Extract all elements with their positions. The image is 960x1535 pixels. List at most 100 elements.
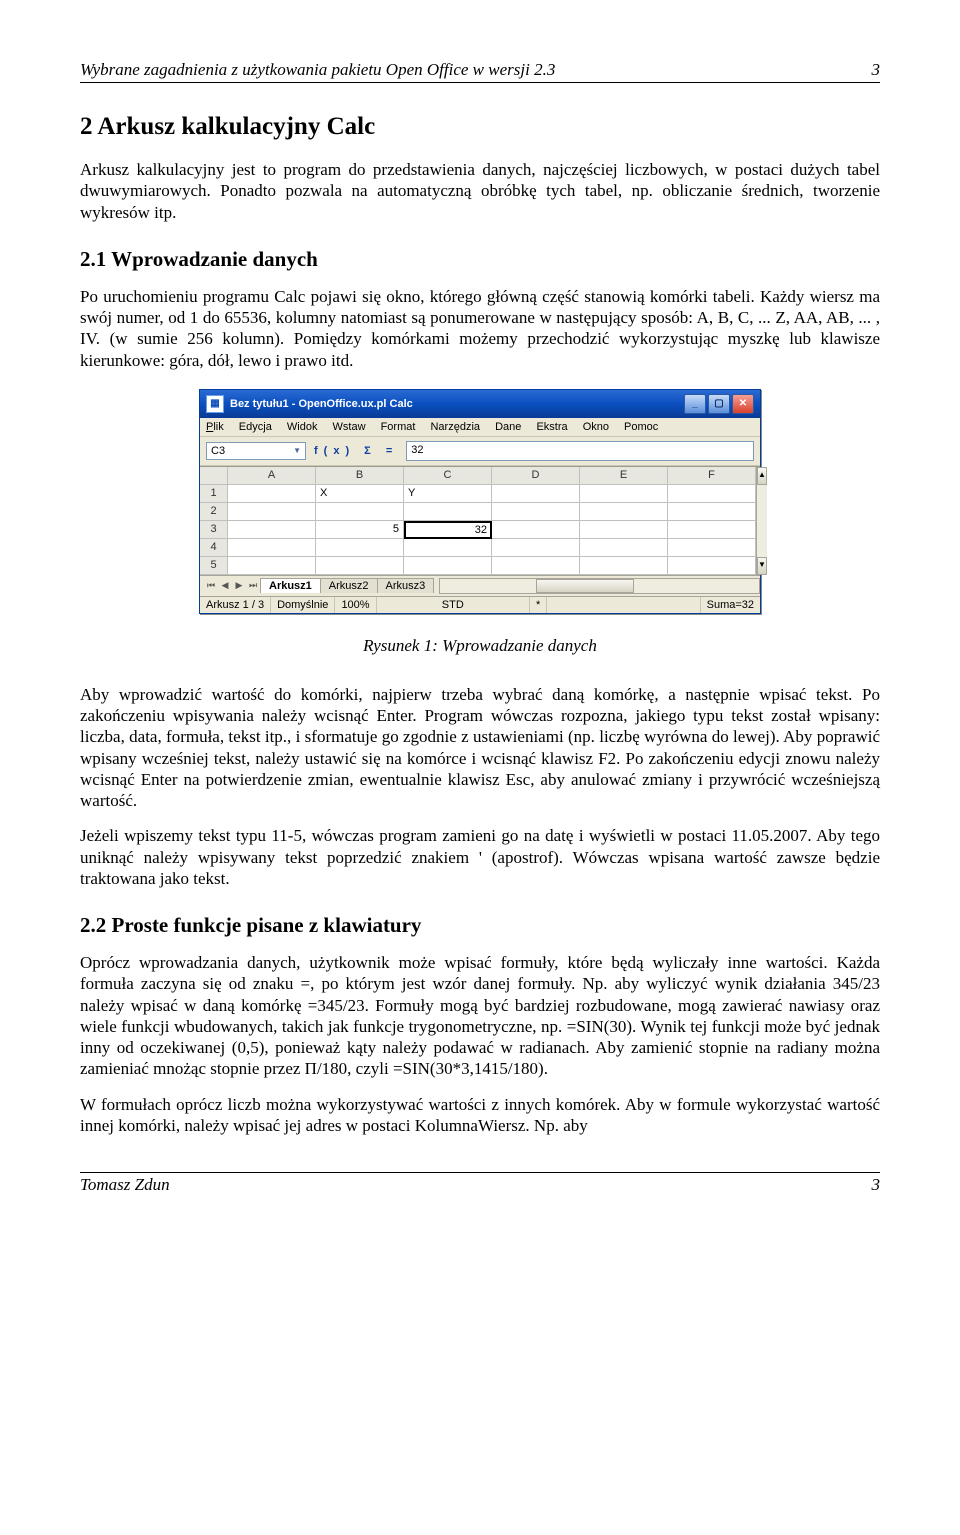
col-header-d[interactable]: D bbox=[492, 467, 580, 485]
menu-pomoc[interactable]: Pomoc bbox=[624, 421, 658, 433]
scroll-up-icon[interactable]: ▲ bbox=[757, 467, 767, 485]
status-blank bbox=[547, 597, 700, 613]
row-header-5[interactable]: 5 bbox=[200, 557, 228, 575]
cell-e4[interactable] bbox=[580, 539, 668, 557]
page-footer: Tomasz Zdun 3 bbox=[80, 1172, 880, 1195]
cell-c2[interactable] bbox=[404, 503, 492, 521]
footer-author: Tomasz Zdun bbox=[80, 1175, 170, 1195]
cell-f1[interactable] bbox=[668, 485, 756, 503]
cell-f2[interactable] bbox=[668, 503, 756, 521]
header-page-number: 3 bbox=[872, 60, 881, 80]
cell-e1[interactable] bbox=[580, 485, 668, 503]
sheet-tab-1[interactable]: Arkusz1 bbox=[260, 578, 321, 593]
app-icon: ▦ bbox=[206, 395, 224, 413]
tab-nav-next-icon[interactable]: ▶ bbox=[232, 580, 246, 591]
status-mode: STD bbox=[377, 597, 530, 613]
cell-d2[interactable] bbox=[492, 503, 580, 521]
section-2-1-p3: Jeżeli wpiszemy tekst typu 11-5, wówczas… bbox=[80, 825, 880, 889]
col-header-b[interactable]: B bbox=[316, 467, 404, 485]
select-all-corner[interactable] bbox=[200, 467, 228, 485]
cell-f5[interactable] bbox=[668, 557, 756, 575]
horizontal-scrollbar[interactable] bbox=[439, 578, 760, 594]
figure-1: ▦ Bez tytułu1 - OpenOffice.ux.pl Calc _ … bbox=[80, 389, 880, 656]
col-header-e[interactable]: E bbox=[580, 467, 668, 485]
status-style: Domyślnie bbox=[271, 597, 335, 613]
cell-d3[interactable] bbox=[492, 521, 580, 539]
calc-window: ▦ Bez tytułu1 - OpenOffice.ux.pl Calc _ … bbox=[199, 389, 761, 614]
status-sheet: Arkusz 1 / 3 bbox=[200, 597, 271, 613]
formula-bar: C3 ▼ f(x) Σ = 32 bbox=[200, 436, 760, 466]
window-title: Bez tytułu1 - OpenOffice.ux.pl Calc bbox=[230, 398, 413, 410]
name-box[interactable]: C3 ▼ bbox=[206, 442, 306, 460]
section-2-1-p2: Aby wprowadzić wartość do komórki, najpi… bbox=[80, 684, 880, 812]
cell-d1[interactable] bbox=[492, 485, 580, 503]
menu-plik[interactable]: PPliklik bbox=[206, 421, 224, 433]
cell-c5[interactable] bbox=[404, 557, 492, 575]
row-header-4[interactable]: 4 bbox=[200, 539, 228, 557]
cell-b1[interactable]: X bbox=[316, 485, 404, 503]
sheet-tab-3[interactable]: Arkusz3 bbox=[377, 578, 435, 593]
section-2-1-p1: Po uruchomieniu programu Calc pojawi się… bbox=[80, 286, 880, 371]
cell-f3[interactable] bbox=[668, 521, 756, 539]
sheet-tab-2[interactable]: Arkusz2 bbox=[320, 578, 378, 593]
maximize-button[interactable]: ▢ bbox=[708, 394, 730, 414]
section-2-1-heading: 2.1 Wprowadzanie danych bbox=[80, 247, 880, 272]
cell-a1[interactable] bbox=[228, 485, 316, 503]
cell-e5[interactable] bbox=[580, 557, 668, 575]
cell-a2[interactable] bbox=[228, 503, 316, 521]
minimize-button[interactable]: _ bbox=[684, 394, 706, 414]
formula-buttons[interactable]: f(x) Σ = bbox=[314, 445, 398, 457]
cell-a3[interactable] bbox=[228, 521, 316, 539]
tab-nav-last-icon[interactable]: ⏭ bbox=[246, 580, 260, 591]
close-button[interactable]: ✕ bbox=[732, 394, 754, 414]
col-header-f[interactable]: F bbox=[668, 467, 756, 485]
section-2-2-p1: Oprócz wprowadzania danych, użytkownik m… bbox=[80, 952, 880, 1080]
section-2-heading: 2 Arkusz kalkulacyjny Calc bbox=[80, 113, 880, 141]
cell-e2[interactable] bbox=[580, 503, 668, 521]
cell-d4[interactable] bbox=[492, 539, 580, 557]
footer-page-number: 3 bbox=[872, 1175, 881, 1195]
spreadsheet-grid: A B C D E F 1 X Y bbox=[200, 466, 760, 596]
status-zoom[interactable]: 100% bbox=[335, 597, 376, 613]
cell-a5[interactable] bbox=[228, 557, 316, 575]
cell-a4[interactable] bbox=[228, 539, 316, 557]
status-sum: Suma=32 bbox=[701, 597, 760, 613]
tab-nav-prev-icon[interactable]: ◀ bbox=[218, 580, 232, 591]
titlebar: ▦ Bez tytułu1 - OpenOffice.ux.pl Calc _ … bbox=[200, 390, 760, 418]
dropdown-icon[interactable]: ▼ bbox=[293, 446, 301, 455]
formula-input[interactable]: 32 bbox=[406, 441, 754, 461]
menu-widok[interactable]: Widok bbox=[287, 421, 318, 433]
tab-nav-first-icon[interactable]: ⏮ bbox=[204, 580, 218, 591]
menu-format[interactable]: Format bbox=[381, 421, 416, 433]
menu-narzedzia[interactable]: Narzędzia bbox=[430, 421, 480, 433]
cell-f4[interactable] bbox=[668, 539, 756, 557]
cell-e3[interactable] bbox=[580, 521, 668, 539]
menu-bar[interactable]: PPliklik Edycja Widok Wstaw Format Narzę… bbox=[200, 418, 760, 436]
cell-b4[interactable] bbox=[316, 539, 404, 557]
cell-b3[interactable]: 5 bbox=[316, 521, 404, 539]
col-header-a[interactable]: A bbox=[228, 467, 316, 485]
cell-d5[interactable] bbox=[492, 557, 580, 575]
row-header-1[interactable]: 1 bbox=[200, 485, 228, 503]
row-header-3[interactable]: 3 bbox=[200, 521, 228, 539]
status-bar: Arkusz 1 / 3 Domyślnie 100% STD * Suma=3… bbox=[200, 596, 760, 613]
status-modified: * bbox=[530, 597, 547, 613]
row-header-2[interactable]: 2 bbox=[200, 503, 228, 521]
cell-c4[interactable] bbox=[404, 539, 492, 557]
name-box-value: C3 bbox=[211, 445, 225, 457]
cell-b2[interactable] bbox=[316, 503, 404, 521]
cell-c1[interactable]: Y bbox=[404, 485, 492, 503]
page-header: Wybrane zagadnienia z użytkowania pakiet… bbox=[80, 60, 880, 83]
cell-c3[interactable]: 32 bbox=[404, 521, 492, 539]
cell-b5[interactable] bbox=[316, 557, 404, 575]
menu-okno[interactable]: Okno bbox=[583, 421, 609, 433]
menu-wstaw[interactable]: Wstaw bbox=[333, 421, 366, 433]
header-title: Wybrane zagadnienia z użytkowania pakiet… bbox=[80, 60, 555, 80]
sheet-tab-bar: ⏮ ◀ ▶ ⏭ Arkusz1 Arkusz2 Arkusz3 bbox=[200, 575, 760, 596]
vertical-scrollbar[interactable]: ▲ ▼ bbox=[756, 467, 767, 575]
menu-edycja[interactable]: Edycja bbox=[239, 421, 272, 433]
menu-dane[interactable]: Dane bbox=[495, 421, 521, 433]
scroll-down-icon[interactable]: ▼ bbox=[757, 557, 767, 575]
menu-ekstra[interactable]: Ekstra bbox=[536, 421, 567, 433]
col-header-c[interactable]: C bbox=[404, 467, 492, 485]
